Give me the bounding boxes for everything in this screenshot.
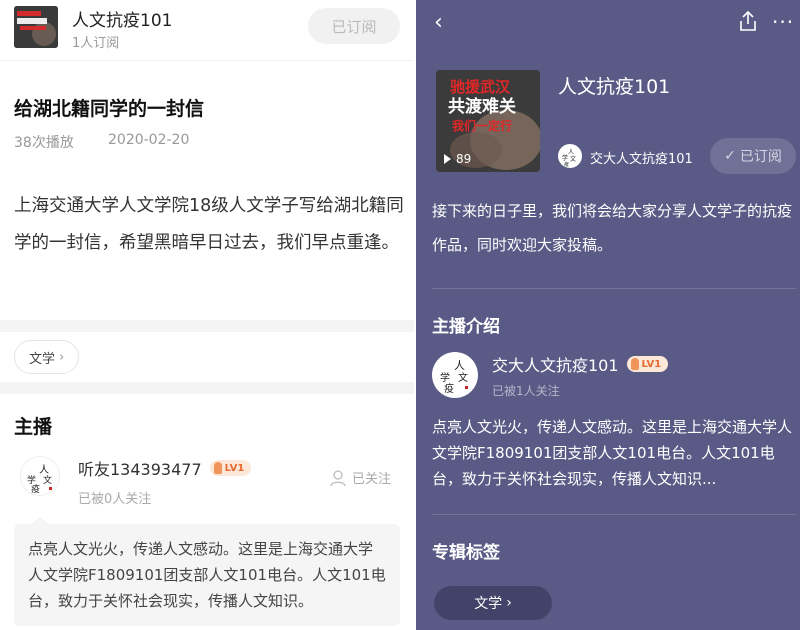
episode-date: 2020-02-20 <box>108 132 190 148</box>
avatar-char-ren: 人 <box>568 149 574 156</box>
avatar-char-wen: 文 <box>458 371 468 384</box>
calligraphy-avatar-icon: 人 文 学 疫 <box>440 359 468 395</box>
host-follower-count: 已被1人关注 <box>492 384 560 398</box>
divider <box>432 288 796 289</box>
divider <box>0 60 414 61</box>
play-count-value: 89 <box>456 152 472 166</box>
avatar-char-xue: 学 <box>440 371 450 384</box>
cover-text-line3: 我们一定行 <box>452 118 512 133</box>
level-text: LV1 <box>224 462 245 474</box>
microphone-icon <box>213 462 222 474</box>
host-name-row[interactable]: 交大人文抗疫101 LV1 <box>492 352 669 376</box>
user-check-icon <box>330 469 346 486</box>
host-name[interactable]: 交大人文抗疫101 <box>492 352 619 376</box>
album-tags-heading: 专辑标签 <box>432 543 500 563</box>
tag-label: 文学 <box>474 596 503 612</box>
subscribed-label: 已订阅 <box>739 149 782 165</box>
microphone-icon <box>630 358 639 370</box>
tag-chip-literature[interactable]: 文学 › <box>14 340 80 374</box>
host-follower-count: 已被0人关注 <box>78 492 152 507</box>
tag-chip-literature[interactable]: 文学 › <box>434 586 552 620</box>
avatar-char-xue: 学 <box>562 154 568 162</box>
avatar-char-ren: 人 <box>454 359 465 372</box>
subscribed-button[interactable]: ✓ 已订阅 <box>710 138 796 174</box>
album-header[interactable]: 人文抗疫101 1人订阅 已订阅 <box>0 0 414 52</box>
level-text: LV1 <box>641 358 662 370</box>
avatar-char-wen: 文 <box>570 155 576 163</box>
host-name[interactable]: 听友134393477 <box>78 456 202 480</box>
divider <box>432 514 796 515</box>
avatar-char-wen: 文 <box>43 474 52 486</box>
avatar-char-ren: 人 <box>39 464 49 476</box>
cover-text-line2: 共渡难关 <box>448 96 516 117</box>
album-host-name[interactable]: 交大人文抗疫101 <box>590 148 693 167</box>
intro-pointer <box>32 516 48 524</box>
more-options-icon[interactable]: ··· <box>772 10 794 34</box>
back-arrow-icon[interactable]: ‹ <box>434 10 443 35</box>
section-gap <box>0 382 414 394</box>
episode-description: 上海交通大学人文学院18级人文学子写给湖北籍同学的一封信，希望黑暗早日过去，我们… <box>14 196 404 253</box>
host-heading: 主播 <box>14 416 53 438</box>
host-avatar[interactable]: 人 文 学 疫 <box>432 352 478 398</box>
tag-label: 文学 <box>29 351 56 367</box>
check-icon: ✓ <box>724 148 736 164</box>
level-badge: LV1 <box>209 460 252 476</box>
album-description: 接下来的日子里，我们将会给大家分享人文学子的抗疫作品，同时欢迎大家投稿。 <box>432 202 793 254</box>
cover-artwork-icon <box>14 6 58 48</box>
chevron-right-icon: › <box>59 349 65 365</box>
cover-text-line1: 驰援武汉 <box>450 78 511 96</box>
avatar-char-yi: 疫 <box>31 483 40 495</box>
cover-play-count: 89 <box>444 152 471 166</box>
calligraphy-avatar-icon: 人 学 文 疫 <box>562 149 576 168</box>
section-gap <box>0 320 414 332</box>
episode-play-count: 38次播放 <box>14 135 74 151</box>
play-icon <box>444 154 451 164</box>
subscribed-button[interactable]: 已订阅 <box>308 8 400 44</box>
album-title[interactable]: 人文抗疫101 <box>72 6 172 31</box>
album-title: 人文抗疫101 <box>558 76 671 98</box>
host-intro-heading: 主播介绍 <box>432 317 500 337</box>
level-badge: LV1 <box>626 356 669 372</box>
episode-title: 给湖北籍同学的一封信 <box>14 98 205 120</box>
left-panel: 人文抗疫101 1人订阅 已订阅 给湖北籍同学的一封信 38次播放 2020-0… <box>0 0 414 630</box>
host-intro-box: 点亮人文光火，传递人文感动。这里是上海交通大学人文学院F1809101团支部人文… <box>14 524 400 626</box>
followed-label: 已关注 <box>352 472 392 487</box>
chevron-right-icon: › <box>506 595 512 611</box>
share-icon[interactable] <box>738 10 758 36</box>
subscriber-count: 1人订阅 <box>72 36 120 51</box>
album-cover-thumbnail[interactable] <box>14 6 58 48</box>
album-cover[interactable]: 驰援武汉 共渡难关 我们一定行 89 <box>436 70 540 172</box>
calligraphy-avatar-icon: 人 文 学 疫 <box>27 464 52 495</box>
followed-button[interactable]: 已关注 <box>330 468 391 487</box>
avatar-char-yi: 疫 <box>444 382 454 395</box>
host-intro-text: 点亮人文光火，传递人文感动。这里是上海交通大学人文学院F1809101团支部人文… <box>28 540 386 610</box>
host-name-row[interactable]: 听友134393477 LV1 <box>78 456 252 480</box>
right-panel: ‹ ··· 驰援武汉 共渡难关 我们一定行 89 人文抗疫101 人 学 文 疫 <box>416 0 800 630</box>
host-avatar[interactable]: 人 文 学 疫 <box>20 456 60 496</box>
avatar-char-yi: 疫 <box>564 161 569 168</box>
album-host-avatar[interactable]: 人 学 文 疫 <box>558 144 582 168</box>
host-intro-text[interactable]: 点亮人文光火，传递人文感动。这里是上海交通大学人文学院F1809101团支部人文… <box>432 414 798 492</box>
